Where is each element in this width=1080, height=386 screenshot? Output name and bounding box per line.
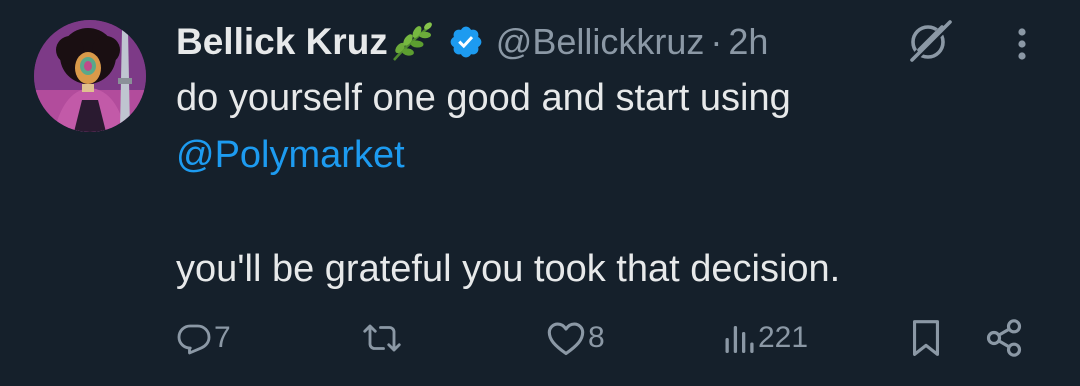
heart-icon <box>547 322 585 356</box>
tweet-text: do yourself one good and start using @Po… <box>176 70 1036 298</box>
tweet-text-line: do yourself one good and start using <box>176 77 791 119</box>
mention-link[interactable]: @Polymarket <box>176 127 1036 184</box>
like-count: 8 <box>588 321 605 354</box>
action-bar: 7 8 221 <box>0 310 1080 366</box>
views-button[interactable]: 221 <box>722 310 808 366</box>
tweet[interactable]: Bellick Kruz @Bellickkruz · 2h do yourse… <box>0 0 1080 386</box>
views-icon <box>725 326 754 353</box>
share-icon <box>986 319 1022 357</box>
repost-icon <box>363 324 401 352</box>
separator-dot: · <box>710 21 723 62</box>
reply-count: 7 <box>214 321 231 354</box>
avatar-image <box>34 20 146 132</box>
herb-emoji-icon <box>390 22 434 62</box>
share-button[interactable] <box>984 310 1024 366</box>
timestamp[interactable]: 2h <box>728 21 768 63</box>
like-button[interactable]: 8 <box>546 310 605 366</box>
avatar[interactable] <box>34 20 146 132</box>
user-handle[interactable]: @Bellickkruz <box>496 21 705 63</box>
verified-badge-icon[interactable] <box>448 24 484 60</box>
tweet-header: Bellick Kruz @Bellickkruz · 2h <box>176 18 768 66</box>
views-count: 221 <box>758 321 809 354</box>
more-options-icon[interactable] <box>1008 22 1036 66</box>
grok-icon[interactable] <box>904 16 954 64</box>
reply-icon <box>177 324 211 355</box>
bookmark-button[interactable] <box>908 310 944 366</box>
repost-button[interactable] <box>360 310 406 366</box>
bookmark-icon <box>912 320 940 356</box>
reply-button[interactable]: 7 <box>176 310 231 366</box>
display-name[interactable]: Bellick Kruz <box>176 21 388 63</box>
tweet-text-line: you'll be grateful you took that decisio… <box>176 248 841 290</box>
